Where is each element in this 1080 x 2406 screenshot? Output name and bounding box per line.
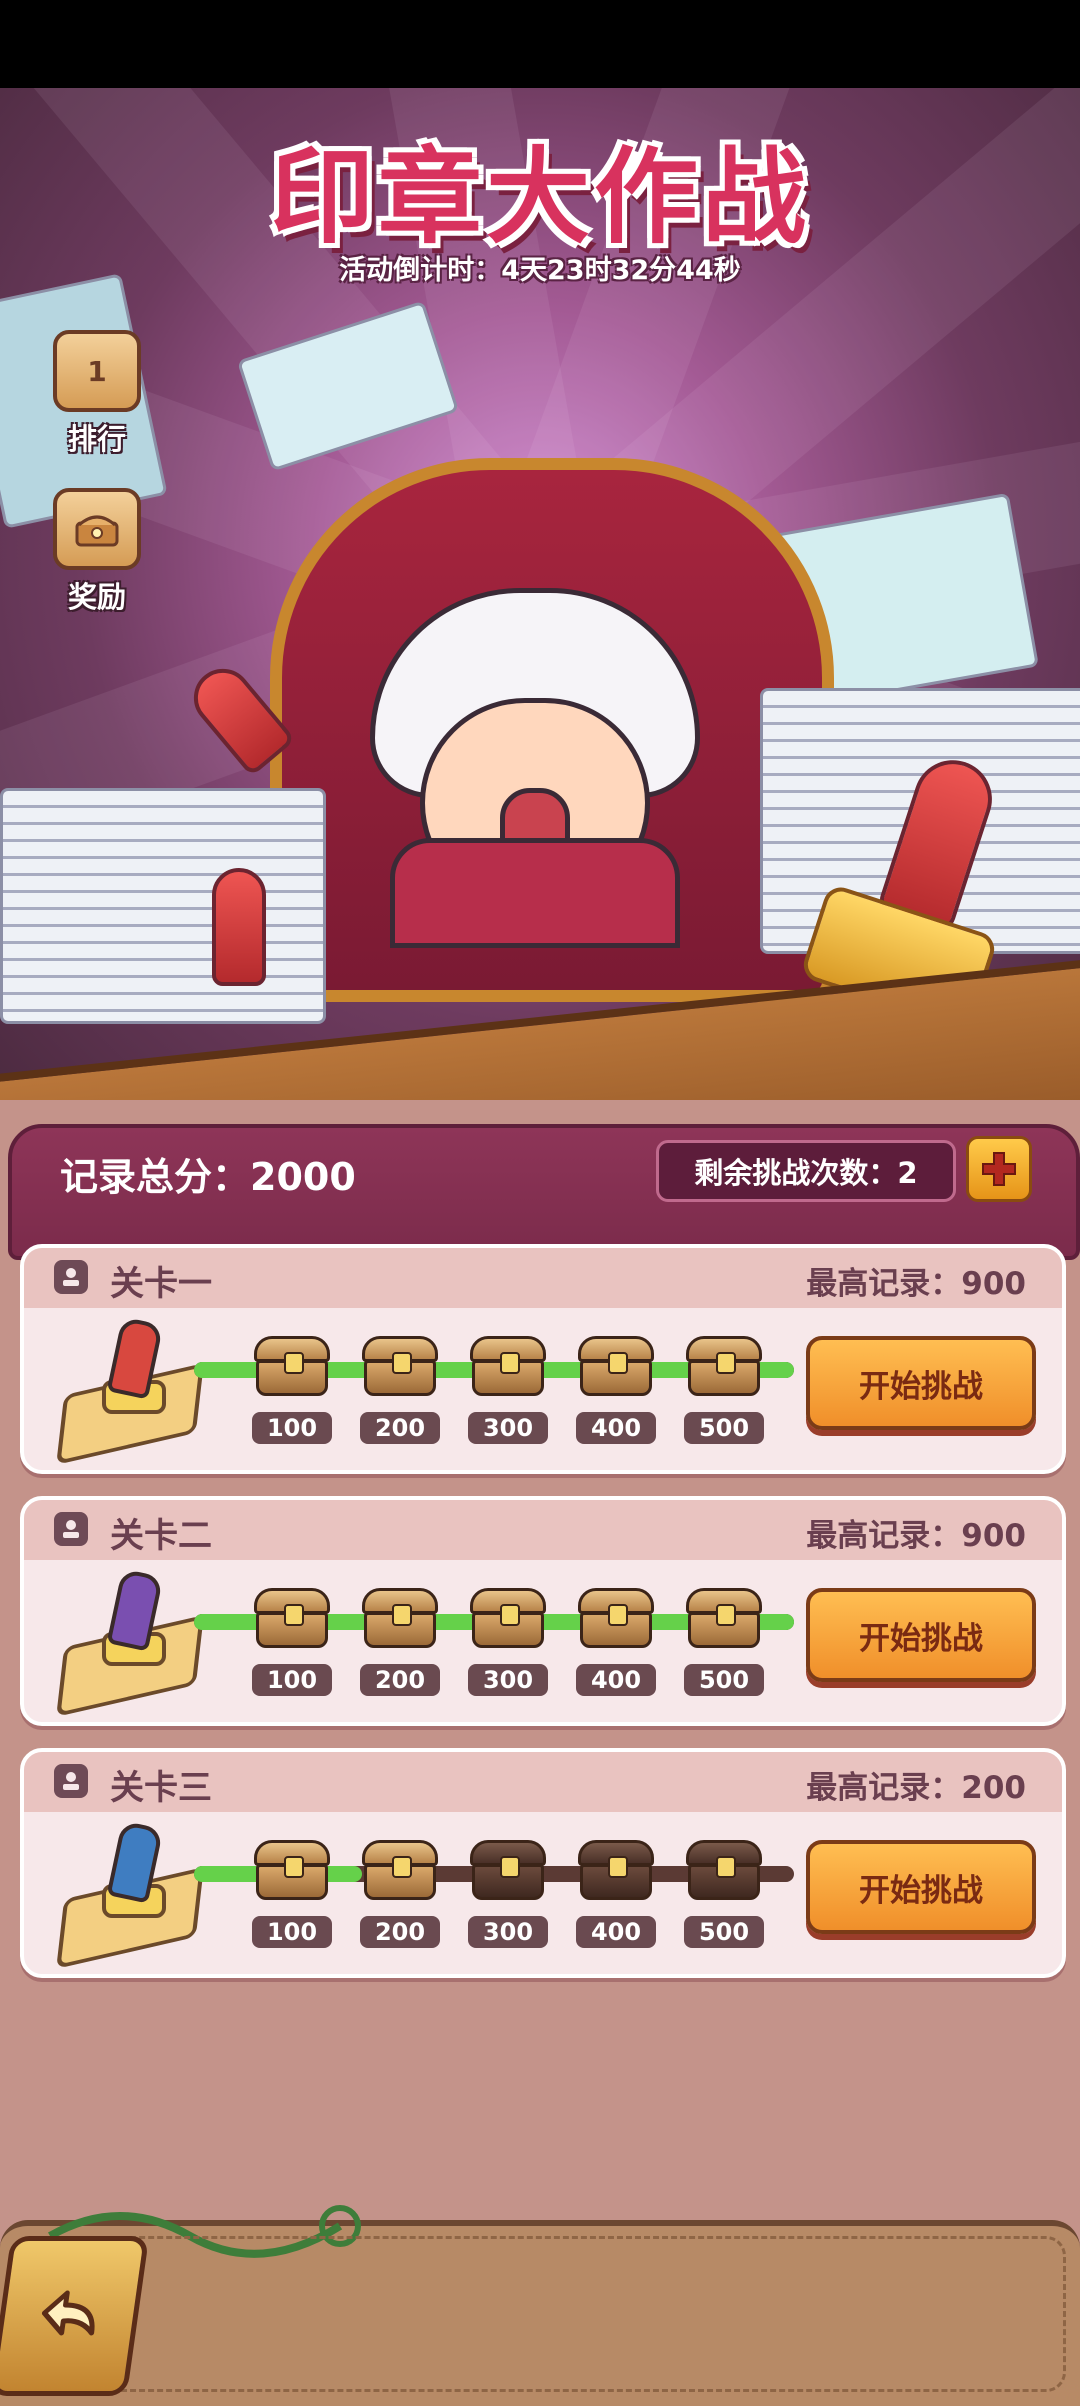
reward-chest-icon[interactable] xyxy=(362,1588,438,1650)
reward-chest-icon[interactable] xyxy=(254,1588,330,1650)
start-challenge-button[interactable]: 开始挑战 xyxy=(806,1840,1036,1934)
back-button[interactable] xyxy=(0,2236,150,2396)
level-name: 关卡二 xyxy=(110,1516,212,1556)
rank-label: 排行 xyxy=(67,422,126,456)
chest-threshold: 100 xyxy=(252,1916,332,1948)
level-best-record: 最高记录：900 xyxy=(806,1266,1026,1302)
rank-badge: 1 xyxy=(87,354,107,388)
chest-threshold: 400 xyxy=(576,1916,656,1948)
rank-button[interactable]: 1 排行 xyxy=(50,330,144,458)
plus-icon xyxy=(982,1152,1016,1186)
chest-threshold: 400 xyxy=(576,1664,656,1696)
start-challenge-button[interactable]: 开始挑战 xyxy=(806,1336,1036,1430)
reward-chest-icon[interactable] xyxy=(578,1840,654,1902)
reward-label: 奖励 xyxy=(67,580,126,614)
reward-chest-icon[interactable] xyxy=(686,1588,762,1650)
level-best-record: 最高记录：200 xyxy=(806,1770,1026,1806)
chest-threshold: 200 xyxy=(360,1916,440,1948)
event-countdown: 活动倒计时：4天23时32分44秒 xyxy=(339,255,741,286)
level-name: 关卡三 xyxy=(110,1768,212,1808)
paper-stack-left xyxy=(0,788,326,1024)
level-best-record: 最高记录：900 xyxy=(806,1518,1026,1554)
reward-chest-icon[interactable] xyxy=(362,1336,438,1398)
level-icon xyxy=(54,1260,88,1294)
reward-chest-icon[interactable] xyxy=(362,1840,438,1902)
reward-chest-icon[interactable] xyxy=(254,1840,330,1902)
chest-threshold: 500 xyxy=(684,1412,764,1444)
chest-threshold: 100 xyxy=(252,1664,332,1696)
chest-threshold: 200 xyxy=(360,1664,440,1696)
chest-threshold: 200 xyxy=(360,1412,440,1444)
reward-chest-icon[interactable] xyxy=(470,1840,546,1902)
status-bar xyxy=(0,0,1080,88)
reward-chest-icon[interactable] xyxy=(470,1588,546,1650)
event-title: 印章大作战 xyxy=(269,136,810,258)
bottom-bar-frame xyxy=(20,2236,1066,2392)
reward-chest-icon[interactable] xyxy=(578,1588,654,1650)
level-name: 关卡一 xyxy=(110,1264,212,1304)
stamp-illustration xyxy=(212,868,266,986)
reward-chest-icon[interactable] xyxy=(578,1336,654,1398)
reward-button[interactable]: 奖励 xyxy=(50,488,144,616)
character-illustration xyxy=(360,588,700,948)
add-attempts-button[interactable] xyxy=(966,1136,1032,1202)
chest-threshold: 300 xyxy=(468,1664,548,1696)
level-card: 关卡三 最高记录：200 100 200 300 400 500 开始挑战 xyxy=(20,1748,1066,1978)
start-challenge-button[interactable]: 开始挑战 xyxy=(806,1588,1036,1682)
level-icon xyxy=(54,1512,88,1546)
level-card: 关卡一 最高记录：900 100 200 300 400 500 开始挑战 xyxy=(20,1244,1066,1474)
level-card: 关卡二 最高记录：900 100 200 300 400 500 开始挑战 xyxy=(20,1496,1066,1726)
reward-chest-icon xyxy=(53,488,141,570)
chest-threshold: 300 xyxy=(468,1412,548,1444)
level-stamp-icon xyxy=(56,1314,204,1465)
reward-chest-icon[interactable] xyxy=(686,1336,762,1398)
level-icon xyxy=(54,1764,88,1798)
total-score: 记录总分：2000 xyxy=(60,1155,356,1199)
chest-threshold: 400 xyxy=(576,1412,656,1444)
chest-threshold: 100 xyxy=(252,1412,332,1444)
remaining-attempts: 剩余挑战次数：2 xyxy=(656,1140,956,1202)
chest-threshold: 500 xyxy=(684,1664,764,1696)
reward-chest-icon[interactable] xyxy=(686,1840,762,1902)
chest-threshold: 500 xyxy=(684,1916,764,1948)
level-stamp-icon xyxy=(56,1818,204,1969)
chest-threshold: 300 xyxy=(468,1916,548,1948)
back-arrow-icon xyxy=(41,2290,95,2336)
reward-chest-icon[interactable] xyxy=(470,1336,546,1398)
reward-chest-icon[interactable] xyxy=(254,1336,330,1398)
trophy-icon: 1 xyxy=(53,330,141,412)
level-stamp-icon xyxy=(56,1566,204,1717)
